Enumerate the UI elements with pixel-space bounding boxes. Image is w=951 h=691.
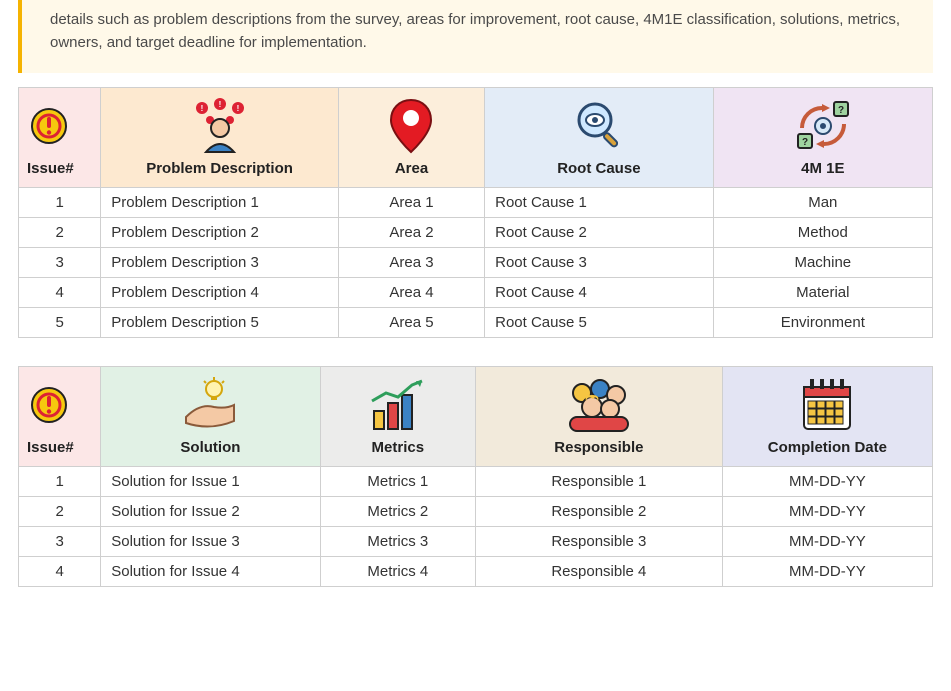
table-row: 1Solution for Issue 1Metrics 1Responsibl… xyxy=(19,466,933,496)
table-row: 3Problem Description 3Area 3Root Cause 3… xyxy=(19,247,933,277)
cell-metrics: Metrics 4 xyxy=(320,556,475,586)
col-4m1e-label: 4M 1E xyxy=(801,160,844,177)
col2-completion-label: Completion Date xyxy=(768,439,887,456)
cell-metrics: Metrics 3 xyxy=(320,526,475,556)
col2-metrics: Metrics xyxy=(320,366,475,466)
table-row: 4Solution for Issue 4Metrics 4Responsibl… xyxy=(19,556,933,586)
table-row: 2Problem Description 2Area 2Root Cause 2… xyxy=(19,217,933,247)
cell-4m1e: Environment xyxy=(713,307,932,337)
cell-issue-number: 4 xyxy=(19,277,101,307)
person-alerts-icon: ! ! ! xyxy=(188,98,252,154)
col-issue-label: Issue# xyxy=(27,160,74,177)
cell-root-cause: Root Cause 1 xyxy=(485,187,714,217)
cell-root-cause: Root Cause 5 xyxy=(485,307,714,337)
cell-4m1e: Man xyxy=(713,187,932,217)
intro-text: details such as problem descriptions fro… xyxy=(50,11,900,51)
cell-area: Area 3 xyxy=(338,247,484,277)
cell-solution: Solution for Issue 4 xyxy=(101,556,320,586)
col-root-cause: Root Cause xyxy=(485,87,714,187)
col2-responsible-label: Responsible xyxy=(554,439,643,456)
cell-problem: Problem Description 1 xyxy=(101,187,339,217)
cell-problem: Problem Description 4 xyxy=(101,277,339,307)
location-pin-icon xyxy=(389,98,433,154)
cell-issue-number: 2 xyxy=(19,496,101,526)
table-row: 4Problem Description 4Area 4Root Cause 4… xyxy=(19,277,933,307)
issues-table: Issue# ! ! ! xyxy=(18,87,933,338)
cell-issue-number: 1 xyxy=(19,187,101,217)
table-row: 2Solution for Issue 2Metrics 2Responsibl… xyxy=(19,496,933,526)
col2-solution: Solution xyxy=(101,366,320,466)
cell-responsible: Responsible 4 xyxy=(475,556,722,586)
col-4m1e: ? ? 4M 1E xyxy=(713,87,932,187)
svg-text:!: ! xyxy=(200,104,203,113)
cell-problem: Problem Description 2 xyxy=(101,217,339,247)
table-row: 5Problem Description 5Area 5Root Cause 5… xyxy=(19,307,933,337)
col2-metrics-label: Metrics xyxy=(372,439,425,456)
cell-issue-number: 5 xyxy=(19,307,101,337)
cell-metrics: Metrics 1 xyxy=(320,466,475,496)
cell-issue-number: 3 xyxy=(19,526,101,556)
cell-4m1e: Material xyxy=(713,277,932,307)
cell-area: Area 2 xyxy=(338,217,484,247)
col2-completion-date: Completion Date xyxy=(722,366,932,466)
col-root-label: Root Cause xyxy=(557,160,640,177)
col2-responsible: Responsible xyxy=(475,366,722,466)
magnifier-eye-icon xyxy=(571,98,627,154)
cell-problem: Problem Description 5 xyxy=(101,307,339,337)
cell-solution: Solution for Issue 2 xyxy=(101,496,320,526)
cell-completion: MM-DD-YY xyxy=(722,496,932,526)
cell-root-cause: Root Cause 3 xyxy=(485,247,714,277)
cell-metrics: Metrics 2 xyxy=(320,496,475,526)
cell-root-cause: Root Cause 2 xyxy=(485,217,714,247)
cell-completion: MM-DD-YY xyxy=(722,466,932,496)
col2-issue-label: Issue# xyxy=(27,439,74,456)
svg-text:?: ? xyxy=(802,137,808,148)
svg-text:?: ? xyxy=(838,105,844,116)
col-area: Area xyxy=(338,87,484,187)
col-problem-description: ! ! ! Problem Description xyxy=(101,87,339,187)
intro-banner: details such as problem descriptions fro… xyxy=(18,0,933,73)
actions-table-header-row: Issue# xyxy=(19,366,933,466)
actions-table: Issue# xyxy=(18,366,933,587)
table-row: 1Problem Description 1Area 1Root Cause 1… xyxy=(19,187,933,217)
cell-issue-number: 3 xyxy=(19,247,101,277)
cell-responsible: Responsible 1 xyxy=(475,466,722,496)
cell-responsible: Responsible 2 xyxy=(475,496,722,526)
cell-completion: MM-DD-YY xyxy=(722,526,932,556)
cell-area: Area 1 xyxy=(338,187,484,217)
col2-issue-number: Issue# xyxy=(19,366,101,466)
cell-area: Area 5 xyxy=(338,307,484,337)
cell-issue-number: 1 xyxy=(19,466,101,496)
team-icon xyxy=(564,377,634,433)
col-issue-number: Issue# xyxy=(19,87,101,187)
col2-solution-label: Solution xyxy=(180,439,240,456)
cell-4m1e: Method xyxy=(713,217,932,247)
cell-area: Area 4 xyxy=(338,277,484,307)
cell-solution: Solution for Issue 3 xyxy=(101,526,320,556)
cell-issue-number: 4 xyxy=(19,556,101,586)
cell-problem: Problem Description 3 xyxy=(101,247,339,277)
col-problem-label: Problem Description xyxy=(146,160,293,177)
cell-4m1e: Machine xyxy=(713,247,932,277)
table-row: 3Solution for Issue 3Metrics 3Responsibl… xyxy=(19,526,933,556)
cell-completion: MM-DD-YY xyxy=(722,556,932,586)
bar-chart-icon xyxy=(368,377,428,433)
calendar-icon xyxy=(800,377,854,433)
cell-responsible: Responsible 3 xyxy=(475,526,722,556)
cell-issue-number: 2 xyxy=(19,217,101,247)
alert-icon xyxy=(29,106,69,146)
process-cycle-icon: ? ? xyxy=(792,98,854,154)
col-area-label: Area xyxy=(395,160,428,177)
svg-text:!: ! xyxy=(236,104,239,113)
svg-text:!: ! xyxy=(218,100,221,109)
hand-lightbulb-icon xyxy=(180,377,240,433)
cell-solution: Solution for Issue 1 xyxy=(101,466,320,496)
issues-table-header-row: Issue# ! ! ! xyxy=(19,87,933,187)
cell-root-cause: Root Cause 4 xyxy=(485,277,714,307)
alert-icon xyxy=(29,385,69,425)
